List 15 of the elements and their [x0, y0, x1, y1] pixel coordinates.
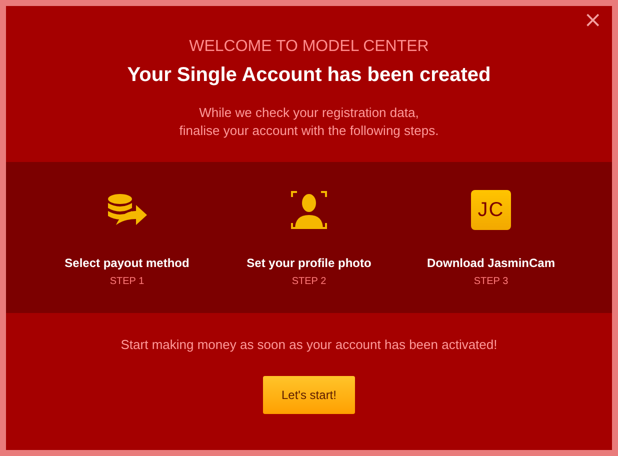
step-label: Set your profile photo	[246, 256, 372, 270]
step-number: STEP 3	[474, 276, 508, 287]
step-number: STEP 1	[110, 276, 144, 287]
close-button[interactable]: ×	[582, 10, 604, 32]
activation-note: Start making money as soon as your account has been activated!	[120, 337, 498, 352]
start-button[interactable]: Let's start!	[263, 376, 355, 414]
coins-arrow-icon	[106, 193, 148, 227]
dialog-eyebrow: WELCOME TO MODEL CENTER	[189, 38, 429, 56]
intro-text: While we check your registration data, finalise your account with the following steps.	[179, 104, 439, 140]
step-label: Select payout method	[64, 256, 190, 270]
step-label: Download JasminCam	[426, 256, 556, 270]
dialog-title: Your Single Account has been created	[127, 64, 491, 87]
step-number: STEP 2	[292, 276, 326, 287]
profile-photo-icon	[291, 191, 327, 229]
jasmincam-logo: JC	[471, 190, 511, 230]
